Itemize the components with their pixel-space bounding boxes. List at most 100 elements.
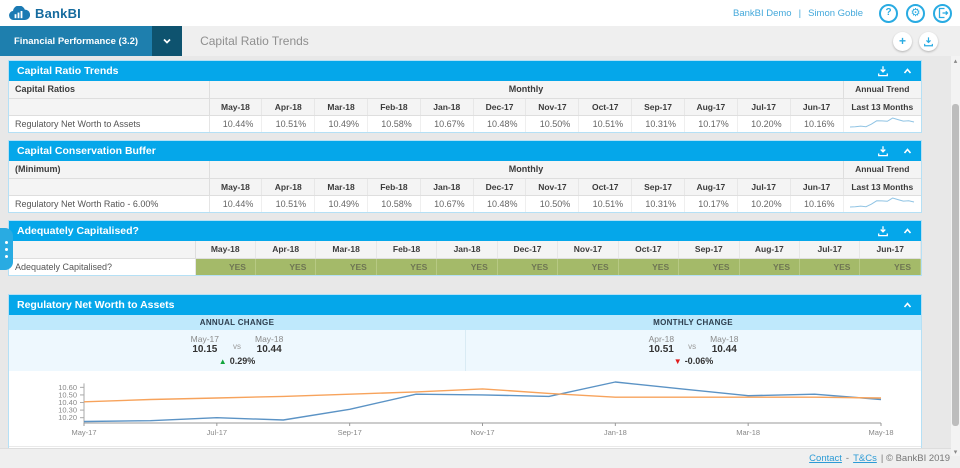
status-cell: YES [799, 258, 861, 275]
up-arrow-icon: ▲ [218, 356, 227, 366]
status-cell: YES [739, 258, 801, 275]
empty-header-cell [9, 241, 196, 259]
monthly-delta: -0.06% [684, 356, 714, 366]
value-cell: 10.49% [314, 115, 368, 132]
panel-title: Capital Ratio Trends [17, 65, 119, 77]
row-label: Regulatory Net Worth to Assets [9, 115, 210, 132]
value-cell: 10.44% [209, 115, 263, 132]
sparkline [850, 197, 915, 208]
panel-title: Adequately Capitalised? [17, 225, 139, 237]
status-cell: YES [497, 258, 559, 275]
month-header-cell: Nov-17 [557, 241, 619, 259]
panel-collapse-button[interactable] [902, 66, 913, 77]
scroll-up-arrow-icon[interactable]: ▴ [951, 56, 960, 65]
value-cell: 10.20% [737, 115, 791, 132]
month-header-cell: Sep-17 [678, 241, 740, 259]
value-cell: 10.50% [525, 115, 580, 132]
value-cell: 10.51% [578, 195, 633, 212]
side-panel-handle[interactable] [0, 228, 13, 270]
value-cell: 10.31% [631, 115, 685, 132]
value-cell: 10.51% [261, 115, 316, 132]
p1-month-row: May-18 Apr-18 Mar-18 Feb-18 Jan-18 Dec-17 Nov-… [9, 98, 921, 116]
svg-text:Jul-17: Jul-17 [207, 428, 227, 437]
value-cell: 10.58% [367, 195, 421, 212]
empty-header-cell [9, 98, 210, 116]
svg-text:Mar-18: Mar-18 [736, 428, 760, 437]
scrollbar-thumb[interactable] [952, 104, 959, 426]
value-cell: 10.17% [684, 115, 738, 132]
chevron-up-icon [903, 67, 912, 74]
status-cell: YES [376, 258, 438, 275]
month-header-cell: Mar-18 [314, 98, 368, 116]
user-name[interactable]: Simon Goble [808, 8, 863, 19]
tandcs-link[interactable]: T&Cs [853, 453, 877, 464]
settings-button[interactable]: ⚙ [906, 3, 925, 23]
down-arrow-icon: ▼ [673, 356, 682, 366]
month-header-cell: Sep-17 [631, 98, 685, 116]
month-header-cell: May-18 [195, 241, 256, 259]
logo-text: BankBI [35, 5, 81, 21]
vertical-scrollbar[interactable]: ▴ ▾ [951, 56, 960, 456]
panel-capital-ratio-trends: Capital Ratio Trends Capital Ratios Mont… [8, 60, 922, 133]
trend-subheader: Last 13 Months [843, 178, 921, 196]
panel-collapse-button[interactable] [902, 300, 913, 311]
month-header-cell: Jun-17 [790, 178, 844, 196]
month-header-cell: Feb-18 [367, 178, 421, 196]
month-header-cell: Jan-18 [436, 241, 498, 259]
panel-download-button[interactable] [877, 65, 889, 77]
sparkline-cell-1 [842, 115, 921, 132]
status-cell: YES [678, 258, 740, 275]
scroll-down-arrow-icon[interactable]: ▾ [951, 447, 960, 456]
panel-collapse-button[interactable] [902, 226, 913, 237]
value-cell: 10.16% [790, 195, 844, 212]
annual-change-block: ANNUAL CHANGE May-17 10.15 vs May-18 10.… [9, 315, 465, 371]
from-month: Apr-18 [648, 334, 675, 344]
contact-link[interactable]: Contact [809, 453, 842, 464]
logout-button[interactable] [933, 3, 952, 23]
monthly-group-header: Monthly [209, 81, 844, 99]
month-header-cell: Aug-17 [739, 241, 801, 259]
month-header-cell: Jul-17 [737, 178, 791, 196]
status-cell: YES [315, 258, 377, 275]
status-cell: YES [255, 258, 317, 275]
help-button[interactable]: ? [879, 3, 898, 23]
to-month: May-18 [255, 334, 284, 344]
month-header-cell: Oct-17 [618, 241, 680, 259]
bankbi-logo: BankBI [8, 5, 81, 21]
month-header-cell: Dec-17 [473, 178, 527, 196]
add-button[interactable]: + [893, 31, 912, 51]
from-value: 10.51 [648, 344, 674, 355]
month-header-cell: Feb-18 [376, 241, 438, 259]
month-header-cell: Mar-18 [314, 178, 368, 196]
status-cell: YES [436, 258, 498, 275]
annual-trend-header: Annual Trend [843, 81, 921, 99]
month-header-cell: May-18 [209, 98, 263, 116]
status-cell: YES [195, 258, 256, 275]
monthly-change-header: MONTHLY CHANGE [465, 315, 921, 330]
value-cell: 10.58% [367, 115, 421, 132]
value-cell: 10.50% [525, 195, 580, 212]
value-cell: 10.20% [737, 195, 791, 212]
panel-title: Regulatory Net Worth to Assets [17, 299, 175, 311]
chevron-up-icon [903, 147, 912, 154]
download-icon [924, 36, 933, 46]
report-menu-dropdown[interactable]: Financial Performance (3.2) [0, 26, 183, 56]
from-value: 10.15 [192, 344, 218, 355]
value-cell: 10.31% [631, 195, 685, 212]
panel-collapse-button[interactable] [902, 146, 913, 157]
value-cell: 10.51% [261, 195, 316, 212]
capital-ratio-trends-table: Capital Ratios Monthly Annual Trend May-… [9, 81, 921, 132]
annual-change-header: ANNUAL CHANGE [9, 315, 465, 330]
table-corner-header: (Minimum) [9, 161, 210, 179]
page-download-button[interactable] [919, 31, 938, 51]
svg-text:May-18: May-18 [868, 428, 893, 437]
cloud-chart-icon [9, 5, 30, 20]
panel-download-button[interactable] [877, 225, 889, 237]
row-label: Regulatory Net Worth Ratio - 6.00% [9, 195, 210, 212]
account-name[interactable]: BankBI Demo [733, 8, 792, 19]
logout-icon [938, 7, 948, 19]
month-header-cell: Aug-17 [684, 98, 738, 116]
panel-download-button[interactable] [877, 145, 889, 157]
dashboard-content: Capital Ratio Trends Capital Ratios Mont… [0, 56, 960, 448]
status-cell: YES [557, 258, 619, 275]
